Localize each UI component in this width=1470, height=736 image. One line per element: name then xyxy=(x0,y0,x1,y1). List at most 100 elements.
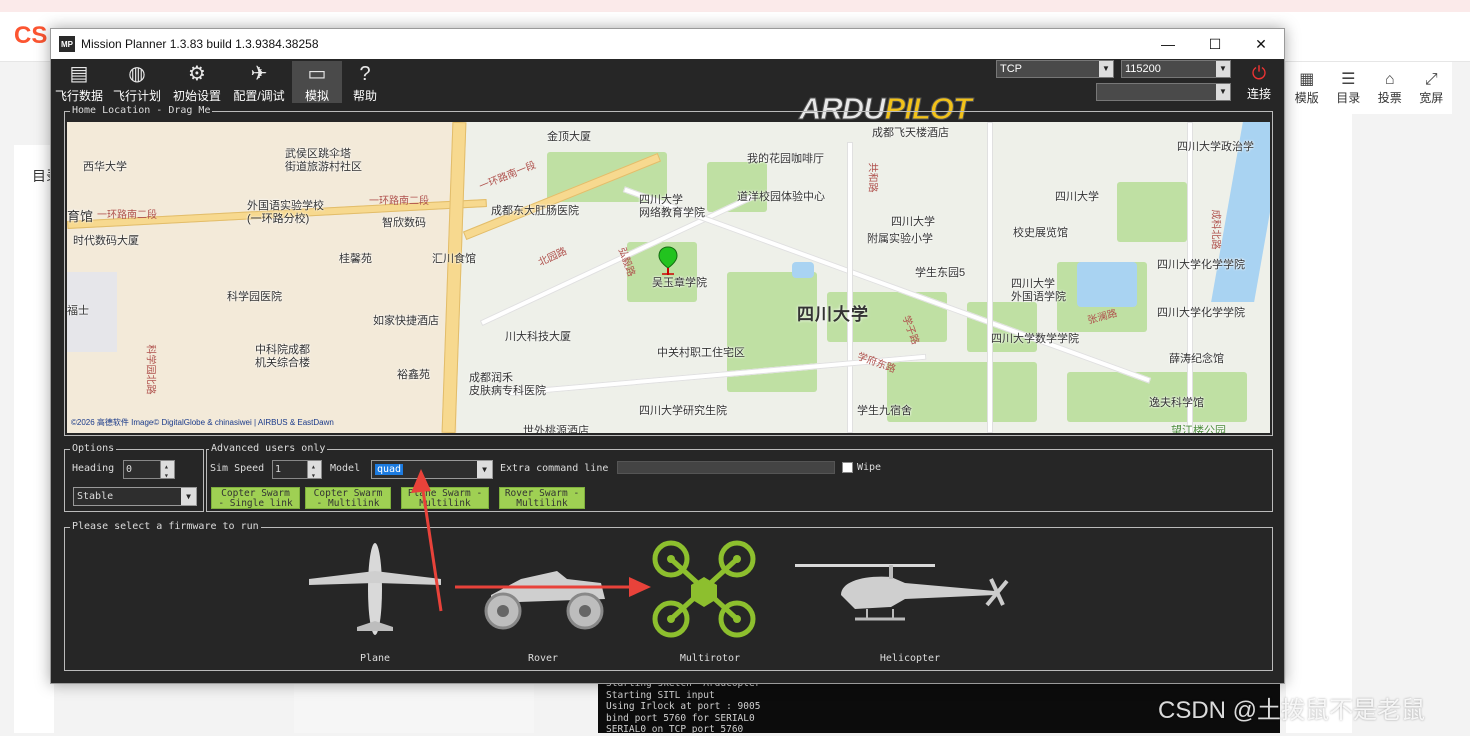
home-location-group: Home Location - Drag Me 金顶大厦 成都飞天楼酒店 四川大… xyxy=(64,105,1273,436)
chevron-down-icon: ▼ xyxy=(181,488,196,505)
csdn-logo[interactable]: CS xyxy=(14,22,47,50)
vote-icon: ⌂ xyxy=(1384,70,1395,88)
map-copyright: ©2026 高德软件 Image© DigitalGlobe & chinasi… xyxy=(71,418,334,427)
map-label: 川大科技大厦 xyxy=(505,331,571,343)
map-label: 我的花园咖啡厅 xyxy=(747,153,824,165)
rover-label: Rover xyxy=(527,653,559,664)
mission-planner-window: MP Mission Planner 1.3.83 build 1.3.9384… xyxy=(50,28,1285,684)
map-label: 智欣数码 xyxy=(382,217,426,229)
expand-icon: ⤢ xyxy=(1424,70,1438,88)
right-sidebar xyxy=(1286,114,1352,733)
firmware-legend: Please select a firmware to run xyxy=(70,521,261,533)
chevron-down-icon: ▼ xyxy=(1216,84,1230,100)
article-toolbar: ▦ 模版 ☰ 目录 ⌂ 投票 ⤢ 宽屏 xyxy=(1286,62,1452,114)
map-label: 成都东大肛肠医院 xyxy=(491,205,579,217)
map-label: 裕鑫苑 xyxy=(397,369,430,381)
flight-plan-icon: ◍ xyxy=(128,63,146,85)
annotation-arrows xyxy=(411,469,651,612)
map-area-label: 四川大学 xyxy=(797,305,869,324)
tab-flight-data[interactable]: ▤ 飞行数据 xyxy=(54,61,104,103)
map-label: 中科院成都 机关综合楼 xyxy=(255,344,310,369)
road-label: 北园路 xyxy=(536,245,569,269)
copter-swarm-single-button[interactable]: Copter Swarm - Single link xyxy=(211,487,300,509)
connect-button[interactable]: ⏻ 连接 xyxy=(1237,63,1281,101)
tab-flight-plan[interactable]: ◍ 飞行计划 xyxy=(112,61,162,103)
map-label: 薛涛纪念馆 xyxy=(1169,353,1224,365)
copter-swarm-multi-button[interactable]: Copter Swarm - Multilink xyxy=(305,487,391,509)
map-label: 成都飞天楼酒店 xyxy=(872,127,949,139)
map-label: 桂馨苑 xyxy=(339,253,372,265)
flight-data-icon: ▤ xyxy=(69,63,89,85)
tab-simulation[interactable]: ▭ 模拟 xyxy=(292,61,342,103)
config-tuning-icon: ✈ xyxy=(250,63,268,85)
map-label: 四川大学 xyxy=(891,216,935,228)
spinner-icon[interactable] xyxy=(307,458,321,484)
help-icon: ? xyxy=(359,63,371,85)
sim-speed-stepper[interactable]: 1 xyxy=(272,458,322,484)
map-label: 吴玉章学院 xyxy=(652,277,707,289)
road-label: 共和路 xyxy=(866,162,878,193)
layout-button[interactable]: ▦ 模版 xyxy=(1286,62,1328,114)
wipe-checkbox[interactable] xyxy=(842,462,853,473)
map-label: 中关村职工住宅区 xyxy=(657,347,745,359)
multirotor-label: Multirotor xyxy=(679,653,741,664)
map-label: 科学园医院 xyxy=(227,291,282,303)
map-label: 四川大学 外国语学院 xyxy=(1011,278,1066,303)
simulation-icon: ▭ xyxy=(307,63,327,85)
main-toolbar: ▤ 飞行数据 ◍ 飞行计划 ⚙ 初始设置 ✈ 配置/调试 ▭ 模拟 ? 帮助 ARDUPIL… xyxy=(51,59,1284,127)
layout-icon: ▦ xyxy=(1299,70,1315,88)
map-label: 成都润禾 皮肤病专科医院 xyxy=(469,372,546,397)
map-label: 四川大学 网络教育学院 xyxy=(639,194,705,219)
toc-button[interactable]: ☰ 目录 xyxy=(1328,62,1370,114)
map-label: 四川大学研究生院 xyxy=(639,405,727,417)
road-label: 一环路南二段 xyxy=(369,196,429,207)
map-label: 福士 xyxy=(67,305,89,317)
heading-label: Heading xyxy=(72,463,115,474)
vote-button[interactable]: ⌂ 投票 xyxy=(1369,62,1411,114)
maximize-button[interactable]: ☐ xyxy=(1192,29,1238,59)
minimize-button[interactable]: — xyxy=(1145,29,1191,59)
map-label: 四川大学化学学院 xyxy=(1157,307,1245,319)
tab-help[interactable]: ? 帮助 xyxy=(340,61,390,103)
baud-rate-select[interactable]: 115200 ▼ xyxy=(1121,60,1231,78)
wipe-label: Wipe xyxy=(857,462,882,473)
terminal-line: SERIAL0 on TCP port 5760 xyxy=(606,724,744,736)
map-label: 世外桃源酒店 xyxy=(523,425,589,433)
map-label: 如家快捷酒店 xyxy=(373,315,439,327)
port-select[interactable]: ▼ xyxy=(1096,83,1231,101)
map-label: 时代数码大厦 xyxy=(73,235,139,247)
spinner-icon[interactable] xyxy=(160,458,174,484)
map-label: 武侯区跳伞塔 街道旅游村社区 xyxy=(285,148,362,173)
chevron-down-icon: ▼ xyxy=(1216,61,1230,77)
plug-icon: ⏻ xyxy=(1251,63,1267,83)
map-label: 学生九宿舍 xyxy=(857,405,912,417)
window-title: Mission Planner 1.3.83 build 1.3.9384.38… xyxy=(81,37,319,51)
toc-panel xyxy=(14,145,54,733)
road-label: 一环路南一段 xyxy=(477,160,538,193)
tab-config-tuning[interactable]: ✈ 配置/调试 xyxy=(230,61,288,103)
home-location-pin-icon[interactable] xyxy=(657,246,679,276)
map-view[interactable]: 金顶大厦 成都飞天楼酒店 四川大学政治学 西华大学 武侯区跳伞塔 街道旅游村社区… xyxy=(67,122,1270,433)
map-label: 金顶大厦 xyxy=(547,131,591,143)
widescreen-button[interactable]: ⤢ 宽屏 xyxy=(1411,62,1453,114)
tab-initial-setup[interactable]: ⚙ 初始设置 xyxy=(172,61,222,103)
heading-stepper[interactable]: 0 xyxy=(123,458,175,484)
helicopter-label: Helicopter xyxy=(879,653,941,664)
road-label: 科学园北路 xyxy=(144,344,156,395)
model-label: Model xyxy=(330,463,361,474)
mode-select[interactable]: Stable ▼ xyxy=(73,487,197,506)
map-label: 校史展览馆 xyxy=(1013,227,1068,239)
map-label: 四川大学数学学院 xyxy=(991,333,1079,345)
sim-speed-label: Sim Speed xyxy=(210,463,265,474)
road-label: 学府东路 xyxy=(855,351,897,376)
map-label: 西华大学 xyxy=(83,161,127,173)
connection-type-select[interactable]: TCP ▼ xyxy=(996,60,1114,78)
map-label: 道洋校园体验中心 xyxy=(737,191,825,203)
helicopter-icon[interactable] xyxy=(795,561,1011,625)
map-label: 汇川食馆 xyxy=(432,253,476,265)
initial-setup-icon: ⚙ xyxy=(188,63,206,85)
title-bar[interactable]: MP Mission Planner 1.3.83 build 1.3.9384… xyxy=(51,29,1284,59)
advanced-legend: Advanced users only xyxy=(209,443,328,455)
close-button[interactable]: ✕ xyxy=(1238,29,1284,59)
map-label: 四川大学化学学院 xyxy=(1157,259,1245,271)
